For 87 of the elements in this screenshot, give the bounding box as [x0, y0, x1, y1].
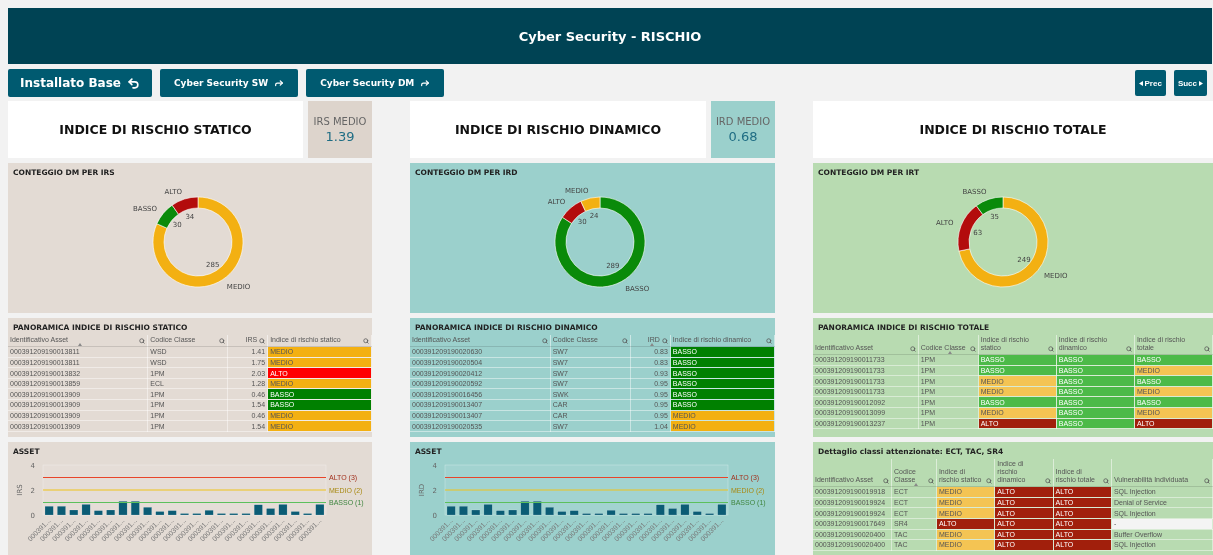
bar [594, 513, 604, 516]
search-icon[interactable] [1047, 346, 1054, 353]
bar [520, 501, 530, 516]
search-icon[interactable] [766, 338, 772, 345]
search-icon[interactable] [363, 338, 369, 345]
bar [668, 508, 677, 516]
search-icon[interactable] [986, 478, 993, 485]
bar [118, 501, 128, 516]
bar [57, 506, 66, 516]
search-icon[interactable] [883, 478, 890, 485]
search-icon[interactable] [969, 346, 976, 353]
bar [106, 509, 116, 516]
bar [204, 510, 214, 516]
search-icon[interactable] [909, 346, 916, 353]
search-icon[interactable] [219, 338, 226, 345]
bar [253, 504, 263, 516]
bar [217, 513, 226, 516]
bar [303, 513, 312, 516]
bar [496, 510, 505, 516]
bar [143, 507, 152, 516]
bar [446, 506, 456, 516]
bar [532, 501, 542, 516]
forward-arrow-icon [420, 78, 431, 88]
search-icon[interactable] [259, 338, 266, 345]
bar [655, 504, 665, 516]
forward-arrow-icon [274, 78, 285, 88]
bar [643, 513, 653, 516]
bar [705, 513, 714, 516]
bar [631, 513, 641, 516]
index-title: INDICE DI RISCHIO STATICO [59, 122, 252, 137]
search-icon[interactable] [139, 338, 146, 345]
sort-caret-icon[interactable] [948, 351, 953, 355]
kpi-value: 0.68 [728, 128, 758, 144]
undo-arrow-icon [127, 76, 140, 90]
nav-button[interactable]: Cyber Security SW [160, 69, 299, 97]
search-icon[interactable] [541, 338, 548, 345]
bar [606, 510, 616, 516]
left-triangle-icon [1138, 80, 1143, 86]
right-triangle-icon [1199, 80, 1203, 86]
bar [192, 513, 202, 516]
bar [241, 513, 251, 516]
search-icon[interactable] [1125, 346, 1132, 353]
bar [315, 504, 325, 516]
bar [582, 513, 591, 516]
search-icon[interactable] [1044, 478, 1051, 485]
pager-button[interactable]: Succ [1173, 70, 1207, 96]
bar [229, 513, 239, 516]
search-icon[interactable] [927, 478, 934, 485]
bar [167, 510, 177, 516]
index-title: INDICE DI RISCHIO DINAMICO [454, 122, 662, 137]
sort-caret-icon[interactable] [914, 483, 918, 487]
bar [508, 509, 518, 516]
page-title: Cyber Security - RISCHIO [518, 28, 702, 44]
bar [692, 511, 702, 516]
bar [483, 504, 493, 516]
bar [69, 509, 79, 516]
bar [94, 510, 103, 516]
bar [459, 506, 468, 516]
bar [619, 513, 628, 516]
sort-caret-icon[interactable] [77, 343, 82, 347]
bar [290, 511, 300, 516]
bar [557, 511, 567, 516]
nav-button[interactable]: Cyber Security DM [306, 69, 445, 97]
kpi-label: IRD MEDIO [715, 115, 771, 127]
pager-button[interactable]: Prec [1134, 70, 1166, 96]
bar [130, 501, 140, 516]
bar [81, 504, 91, 516]
index-title: INDICE DI RISCHIO TOTALE [919, 122, 1107, 137]
bar [180, 513, 189, 516]
nav-button[interactable]: Installato Base [8, 69, 152, 97]
bar [717, 504, 727, 516]
bar [545, 507, 554, 516]
bar [155, 511, 165, 516]
bar [44, 506, 54, 516]
bar [680, 504, 690, 516]
search-icon[interactable] [621, 338, 628, 345]
bar [278, 504, 288, 516]
search-icon[interactable] [1204, 478, 1210, 485]
sort-caret-icon[interactable] [650, 343, 655, 347]
kpi-label: IRS MEDIO [313, 115, 367, 127]
search-icon[interactable] [1204, 346, 1210, 353]
search-icon[interactable] [661, 338, 668, 345]
kpi-value: 1.39 [325, 128, 355, 144]
bar [266, 508, 275, 516]
search-icon[interactable] [1102, 478, 1109, 485]
bar [569, 510, 579, 516]
bar [471, 509, 481, 516]
